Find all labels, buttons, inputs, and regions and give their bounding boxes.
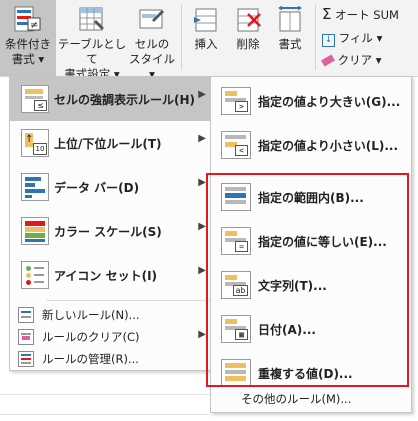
delete-label: 削除 xyxy=(236,37,260,51)
menu-item-label: カラー スケール(S) xyxy=(54,225,162,239)
top-bottom-icon: ↑ 10 xyxy=(21,129,49,157)
manage-rules-icon xyxy=(18,351,34,367)
menu-item-label: ルールのクリア(C) xyxy=(42,330,140,344)
conditional-format-label-2: 書式 ▾ xyxy=(11,52,45,66)
menu-item-label: 上位/下位ルール(T) xyxy=(54,137,162,151)
menu-item-clear-rules[interactable]: ルールのクリア(C) ▶ xyxy=(10,326,214,346)
top-10-badge: 10 xyxy=(33,143,47,155)
menu-item-label: データ バー(D) xyxy=(54,181,140,195)
less-than-icon: < xyxy=(221,131,251,159)
fill-label: フィル ▾ xyxy=(338,31,383,45)
delete-icon xyxy=(234,6,262,34)
insert-button[interactable]: 挿入 xyxy=(186,0,226,76)
autosum-button[interactable]: Σ オート SUM xyxy=(322,4,399,24)
submenu-arrow-icon: ▶ xyxy=(198,265,206,276)
conditional-format-icon: ≠ xyxy=(14,6,42,34)
menu-item-highlight-rules[interactable]: ≤ セルの強調表示ルール(H) ▶ xyxy=(10,77,214,121)
clear-rules-icon xyxy=(18,329,34,345)
submenu-arrow-icon: ▶ xyxy=(198,329,206,340)
menu-item-color-scale[interactable]: カラー スケール(S) ▶ xyxy=(10,209,214,253)
highlight-rules-icon: ≤ xyxy=(21,85,49,113)
submenu-item-label: 指定の値より大きい(G)... xyxy=(258,95,401,109)
format-label: 書式 xyxy=(278,37,302,51)
format-icon xyxy=(276,5,304,34)
more-rules-item[interactable]: その他のルール(M)... xyxy=(241,391,351,407)
menu-item-label: セルの強調表示ルール(H) xyxy=(54,93,196,107)
submenu-arrow-icon: ▶ xyxy=(198,177,206,188)
ribbon-divider xyxy=(315,4,316,70)
insert-icon xyxy=(192,6,220,34)
ribbon: ≠ 条件付き 書式 ▾ テーブルとして 書式設定 ▾ セルの スタイル ▾ 挿入… xyxy=(0,0,418,81)
format-as-table-button[interactable]: テーブルとして 書式設定 ▾ xyxy=(57,0,127,81)
autosum-label: オート SUM xyxy=(335,8,399,22)
clear-button[interactable]: クリア ▾ xyxy=(321,50,382,70)
fill-down-icon: ↓ xyxy=(322,34,335,47)
submenu-arrow-icon: ▶ xyxy=(198,221,206,232)
submenu-item-label: 指定の値より小さい(L)... xyxy=(258,139,399,153)
sigma-icon: Σ xyxy=(322,5,332,23)
icon-set-icon xyxy=(21,261,49,289)
fill-button[interactable]: ↓ フィル ▾ xyxy=(322,28,382,48)
ribbon-divider xyxy=(181,4,182,70)
menu-item-icon-set[interactable]: アイコン セット(I) ▶ xyxy=(10,253,214,297)
color-scale-icon xyxy=(21,217,49,245)
data-bar-icon xyxy=(21,173,49,201)
eraser-icon xyxy=(321,54,335,67)
submenu-item-greater-than[interactable]: > 指定の値より大きい(G)... xyxy=(211,79,411,123)
new-rule-icon xyxy=(18,307,34,323)
svg-text:≠: ≠ xyxy=(30,20,38,31)
delete-button[interactable]: 削除 xyxy=(228,0,268,76)
cell-styles-label-1: セルの xyxy=(134,37,170,51)
menu-item-label: 新しいルール(N)... xyxy=(42,308,140,322)
menu-item-manage-rules[interactable]: ルールの管理(R)... xyxy=(10,348,214,368)
table-format-icon xyxy=(78,6,106,34)
menu-item-new-rule[interactable]: 新しいルール(N)... xyxy=(10,304,214,324)
format-button[interactable]: 書式 xyxy=(270,0,310,76)
menu-item-data-bar[interactable]: データ バー(D) ▶ xyxy=(10,165,214,209)
submenu-arrow-icon: ▶ xyxy=(198,133,206,144)
conditional-format-label-1: 条件付き xyxy=(5,37,51,51)
cell-styles-button[interactable]: セルの スタイル ▾ xyxy=(128,0,176,81)
submenu-arrow-icon: ▶ xyxy=(198,89,206,100)
clear-label: クリア ▾ xyxy=(337,53,382,67)
conditional-format-button[interactable]: ≠ 条件付き 書式 ▾ xyxy=(0,0,56,76)
conditional-format-menu: ≤ セルの強調表示ルール(H) ▶ ↑ 10 上位/下位ルール(T) ▶ データ… xyxy=(9,76,215,371)
highlight-annotation-box xyxy=(206,173,409,387)
menu-divider xyxy=(46,300,214,301)
greater-than-icon: > xyxy=(221,87,251,115)
menu-item-label: アイコン セット(I) xyxy=(54,269,158,283)
cell-styles-icon xyxy=(138,6,166,34)
menu-item-label: ルールの管理(R)... xyxy=(42,352,139,366)
insert-label: 挿入 xyxy=(194,37,218,51)
format-as-table-label-1: テーブルとして xyxy=(57,37,127,66)
submenu-item-less-than[interactable]: < 指定の値より小さい(L)... xyxy=(211,123,411,167)
menu-item-top-bottom[interactable]: ↑ 10 上位/下位ルール(T) ▶ xyxy=(10,121,214,165)
